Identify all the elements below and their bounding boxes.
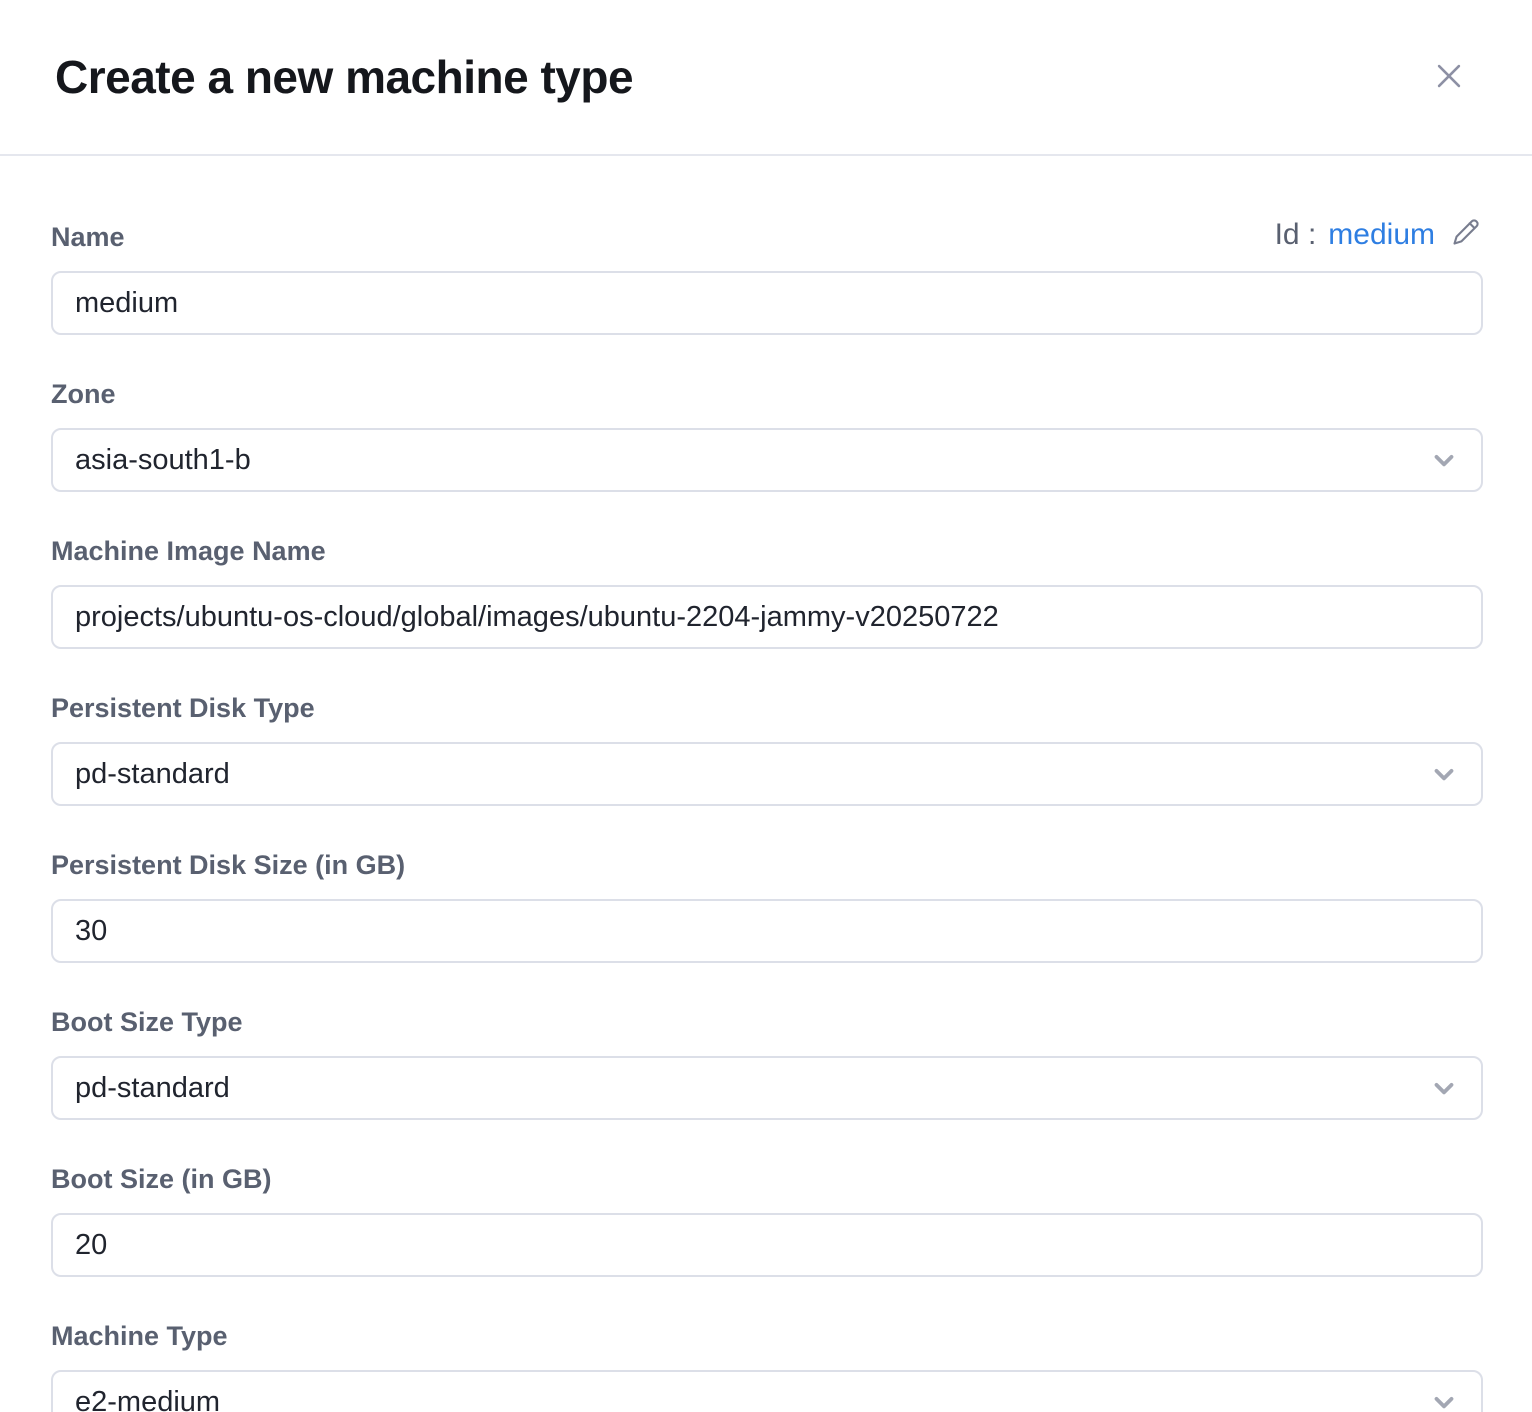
modal-title: Create a new machine type <box>55 50 633 104</box>
persistent-disk-size-input[interactable] <box>51 899 1483 963</box>
field-boot-size-type: Boot Size Type pd-standard <box>51 1005 1483 1120</box>
modal-header: Create a new machine type <box>0 0 1532 156</box>
machine-image-name-input[interactable] <box>51 585 1483 649</box>
field-machine-type: Machine Type e2-medium <box>51 1319 1483 1412</box>
name-label: Name <box>51 220 125 254</box>
id-prefix-label: Id : <box>1275 218 1317 252</box>
chevron-down-icon <box>1429 759 1459 789</box>
pencil-icon <box>1447 215 1483 254</box>
edit-id-button[interactable] <box>1447 215 1483 254</box>
field-boot-size: Boot Size (in GB) <box>51 1162 1483 1277</box>
machine-type-select[interactable]: e2-medium <box>51 1370 1483 1412</box>
field-persistent-disk-type: Persistent Disk Type pd-standard <box>51 691 1483 806</box>
boot-size-input[interactable] <box>51 1213 1483 1277</box>
close-button[interactable] <box>1426 54 1472 100</box>
boot-size-type-selected-value: pd-standard <box>75 1072 230 1105</box>
zone-label: Zone <box>51 377 116 411</box>
close-icon <box>1432 59 1466 96</box>
field-zone: Zone asia-south1-b <box>51 377 1483 492</box>
create-machine-type-modal: Create a new machine type Name Id : medi… <box>0 0 1532 1412</box>
field-name: Name Id : medium <box>51 215 1483 335</box>
field-machine-image-name: Machine Image Name <box>51 534 1483 649</box>
persistent-disk-type-label: Persistent Disk Type <box>51 691 315 725</box>
field-persistent-disk-size: Persistent Disk Size (in GB) <box>51 848 1483 963</box>
name-input[interactable] <box>51 271 1483 335</box>
machine-type-selected-value: e2-medium <box>75 1386 220 1412</box>
chevron-down-icon <box>1429 445 1459 475</box>
modal-body: Name Id : medium <box>0 156 1532 1412</box>
persistent-disk-type-selected-value: pd-standard <box>75 758 230 791</box>
id-value-text[interactable]: medium <box>1328 218 1435 252</box>
boot-size-type-label: Boot Size Type <box>51 1005 243 1039</box>
persistent-disk-size-label: Persistent Disk Size (in GB) <box>51 848 405 882</box>
zone-select[interactable]: asia-south1-b <box>51 428 1483 492</box>
boot-size-type-select[interactable]: pd-standard <box>51 1056 1483 1120</box>
machine-id-badge: Id : medium <box>1275 215 1483 254</box>
machine-type-label: Machine Type <box>51 1319 228 1353</box>
chevron-down-icon <box>1429 1073 1459 1103</box>
persistent-disk-type-select[interactable]: pd-standard <box>51 742 1483 806</box>
machine-image-name-label: Machine Image Name <box>51 534 326 568</box>
zone-selected-value: asia-south1-b <box>75 444 251 477</box>
chevron-down-icon <box>1429 1387 1459 1412</box>
boot-size-label: Boot Size (in GB) <box>51 1162 271 1196</box>
